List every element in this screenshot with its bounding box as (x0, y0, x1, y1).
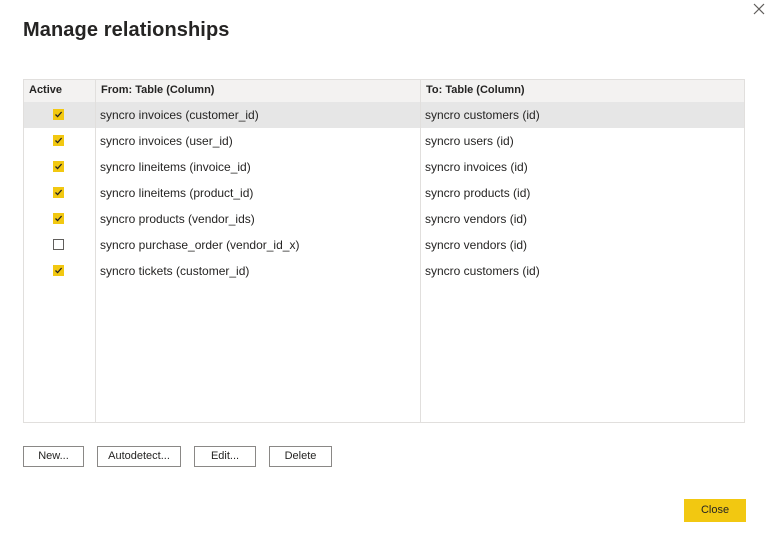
active-checkbox[interactable] (53, 187, 64, 198)
to-cell: syncro invoices (id) (425, 160, 528, 174)
active-checkbox[interactable] (53, 161, 64, 172)
from-cell: syncro products (vendor_ids) (100, 212, 255, 226)
active-checkbox[interactable] (53, 265, 64, 276)
from-cell: syncro purchase_order (vendor_id_x) (100, 238, 300, 252)
to-cell: syncro customers (id) (425, 264, 540, 278)
to-cell: syncro users (id) (425, 134, 514, 148)
table-row[interactable]: syncro lineitems (product_id) syncro prod… (24, 180, 744, 206)
new-button[interactable]: New... (23, 446, 84, 467)
active-checkbox[interactable] (53, 213, 64, 224)
active-checkbox[interactable] (53, 239, 64, 250)
dialog-title: Manage relationships (23, 19, 230, 41)
autodetect-button[interactable]: Autodetect... (97, 446, 181, 467)
active-checkbox[interactable] (53, 109, 64, 120)
from-cell: syncro lineitems (invoice_id) (100, 160, 251, 174)
to-cell: syncro products (id) (425, 186, 531, 200)
from-cell: syncro invoices (customer_id) (100, 108, 259, 122)
from-cell: syncro tickets (customer_id) (100, 264, 250, 278)
table-row[interactable]: syncro products (vendor_ids) syncro vendo… (24, 206, 744, 232)
edit-button[interactable]: Edit... (194, 446, 256, 467)
delete-button[interactable]: Delete (269, 446, 332, 467)
table-header: Active From: Table (Column) To: Table (C… (24, 80, 744, 103)
table-row[interactable]: syncro purchase_order (vendor_id_x) syncr… (24, 232, 744, 258)
close-button[interactable]: Close (684, 499, 746, 522)
header-from[interactable]: From: Table (Column) (101, 84, 214, 96)
from-cell: syncro invoices (user_id) (100, 134, 233, 148)
from-cell: syncro lineitems (product_id) (100, 186, 254, 200)
table-row[interactable]: syncro lineitems (invoice_id) syncro invo… (24, 154, 744, 180)
active-checkbox[interactable] (53, 135, 64, 146)
table-row[interactable]: syncro invoices (user_id) syncro users (i… (24, 128, 744, 154)
header-to[interactable]: To: Table (Column) (426, 84, 525, 96)
close-icon[interactable] (752, 2, 768, 18)
to-cell: syncro vendors (id) (425, 238, 528, 252)
manage-relationships-dialog: Manage relationships Active From: Table … (0, 0, 768, 545)
to-cell: syncro vendors (id) (425, 212, 528, 226)
column-divider (420, 80, 421, 422)
relationships-table: Active From: Table (Column) To: Table (C… (23, 79, 745, 423)
header-active[interactable]: Active (29, 84, 62, 96)
column-divider (95, 80, 96, 422)
table-row[interactable]: syncro tickets (customer_id) syncro custo… (24, 258, 744, 284)
to-cell: syncro customers (id) (425, 108, 540, 122)
table-row[interactable]: syncro invoices (customer_id) syncro cust… (24, 102, 744, 128)
